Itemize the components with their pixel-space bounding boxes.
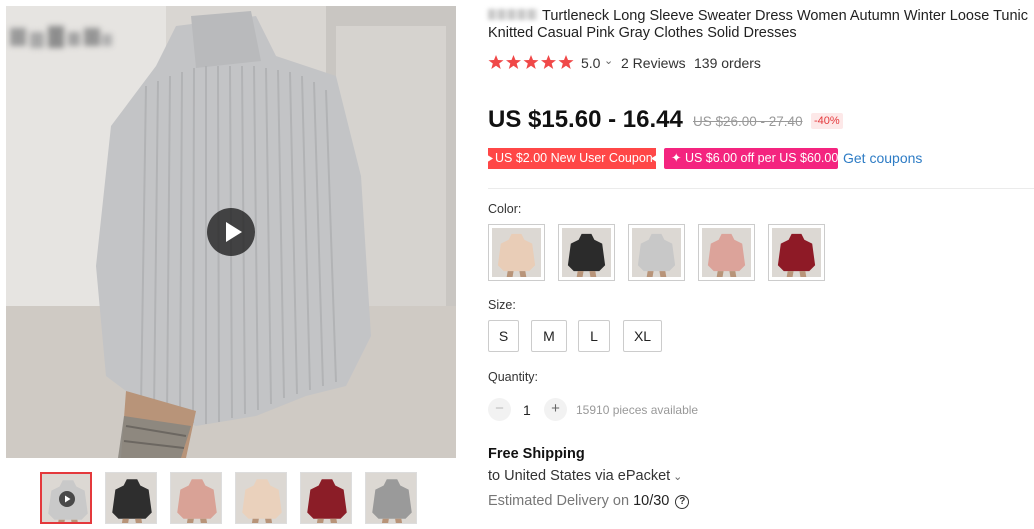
color-label: Color: — [488, 202, 522, 216]
thumbnail-pink[interactable] — [170, 472, 222, 524]
current-price: US $15.60 - 16.44 — [488, 106, 683, 133]
beige-icon — [492, 228, 541, 277]
color-option-wine-red[interactable] — [768, 224, 825, 281]
store-coupon[interactable]: ✦ US $6.00 off per US $60.00 — [664, 148, 838, 169]
black-icon — [562, 228, 611, 277]
estimated-delivery: Estimated Delivery on 10/30? — [488, 493, 690, 509]
watermark-logo — [6, 16, 116, 66]
divider — [488, 188, 1034, 189]
quantity-increase-button[interactable]: + — [544, 398, 567, 421]
chevron-down-icon: ⌄ — [673, 471, 683, 483]
wine-red-icon — [772, 228, 821, 277]
get-coupons-link[interactable]: Get coupons — [843, 150, 922, 166]
orders-count: 139 orders — [694, 55, 761, 71]
play-icon — [226, 222, 242, 242]
thumbnail-multi[interactable] — [365, 472, 417, 524]
star-icon — [541, 55, 556, 69]
help-icon[interactable]: ? — [675, 495, 690, 509]
main-product-image[interactable] — [6, 6, 456, 458]
size-option-l[interactable]: L — [578, 320, 610, 352]
blurred-brand — [488, 9, 538, 20]
new-user-coupon[interactable]: US $2.00 New User Coupon — [488, 148, 656, 169]
star-icon — [558, 55, 574, 69]
rating-stars-icon — [488, 55, 574, 69]
quantity-decrease-button[interactable]: − — [488, 398, 511, 421]
original-price: US $26.00 - 27.40 — [693, 114, 803, 129]
pieces-available: 15910 pieces available — [576, 403, 699, 417]
pink-icon — [702, 228, 751, 277]
reviews-link[interactable]: 2 Reviews — [621, 55, 686, 71]
rating-score[interactable]: 5.0 — [581, 55, 600, 71]
chevron-down-icon[interactable]: ⌄ — [604, 54, 613, 67]
play-icon — [59, 491, 75, 507]
quantity-label: Quantity: — [488, 370, 539, 384]
color-option-black[interactable] — [558, 224, 615, 281]
size-label: Size: — [488, 298, 516, 312]
size-option-s[interactable]: S — [488, 320, 519, 352]
quantity-value[interactable]: 1 — [523, 402, 531, 418]
color-option-gray[interactable] — [628, 224, 685, 281]
shipping-destination-text: to United States via ePacket — [488, 468, 671, 484]
play-video-button[interactable] — [207, 208, 255, 256]
shipping-title: Free Shipping — [488, 446, 585, 462]
thumbnail-gray-video[interactable] — [40, 472, 92, 524]
color-option-beige[interactable] — [488, 224, 545, 281]
shipping-destination[interactable]: to United States via ePacket ⌄ — [488, 468, 682, 484]
star-icon — [488, 55, 504, 69]
thumbnail-black[interactable] — [105, 472, 157, 524]
star-icon — [506, 55, 521, 69]
star-icon — [523, 55, 539, 69]
size-option-xl[interactable]: XL — [623, 320, 662, 352]
size-option-m[interactable]: M — [531, 320, 567, 352]
thumbnail-beige[interactable] — [235, 472, 287, 524]
thumbnail-wine-red[interactable] — [300, 472, 352, 524]
color-option-pink[interactable] — [698, 224, 755, 281]
product-title-text: Turtleneck Long Sleeve Sweater Dress Wom… — [488, 8, 1028, 41]
product-title: Turtleneck Long Sleeve Sweater Dress Wom… — [488, 8, 1034, 42]
discount-badge: -40% — [811, 113, 843, 129]
delivery-prefix: Estimated Delivery on — [488, 493, 630, 509]
delivery-date: 10/30 — [633, 493, 670, 509]
gray-icon — [632, 228, 681, 277]
